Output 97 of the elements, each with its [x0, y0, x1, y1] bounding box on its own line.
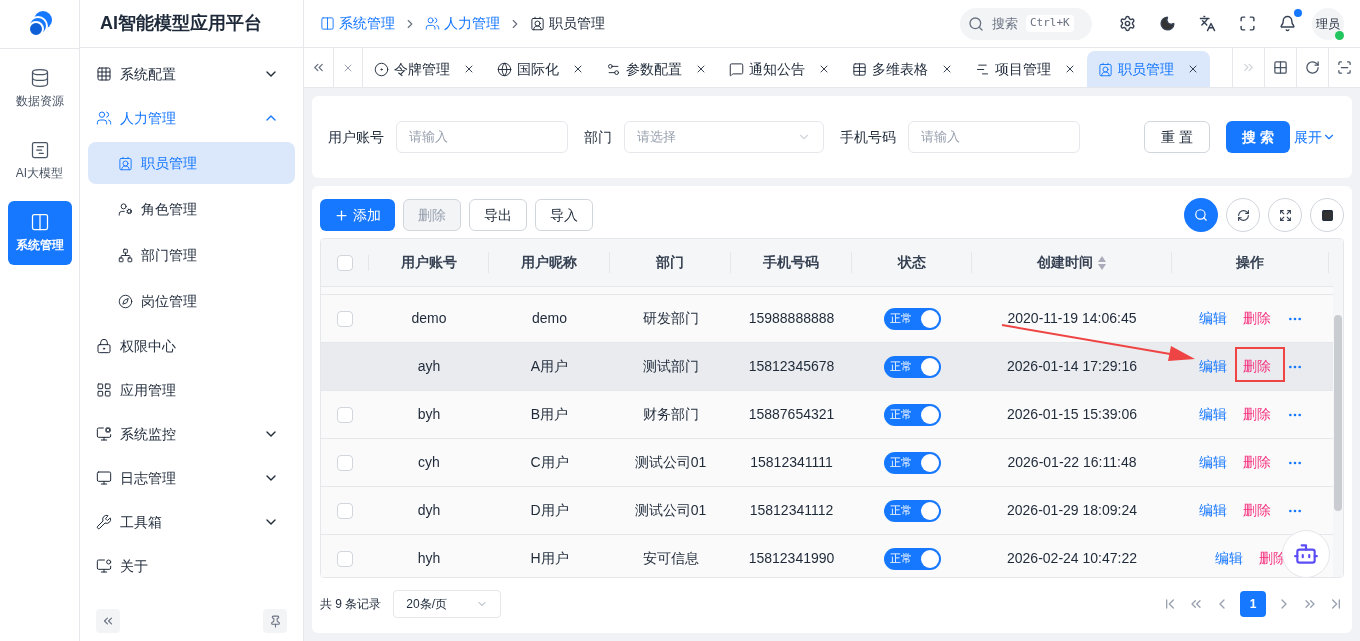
sidebar-subitem[interactable]: 岗位管理 — [88, 280, 295, 322]
table-cell-text: 15812345678 — [748, 357, 835, 376]
table-cell-text: D用户 — [530, 501, 569, 520]
table-cell-text: 15812341111 — [750, 453, 833, 472]
table-cell-text: 15812341112 — [749, 501, 834, 520]
table-cell-text: 2026-01-15 15:39:06 — [1007, 405, 1137, 424]
page-button[interactable]: 1 — [1240, 591, 1266, 617]
table-cell-text: 15812341990 — [748, 549, 835, 568]
column-header[interactable]: 部门 — [656, 252, 684, 273]
app-title: AI智能模型应用平台 — [100, 12, 262, 35]
user-avatar[interactable]: 理员 — [1312, 7, 1344, 40]
table-cell-text: 测试公司01 — [634, 501, 707, 520]
search-field[interactable]: 搜索 Ctrl+K — [960, 7, 1092, 40]
delete-link[interactable]: 删除 — [1242, 500, 1271, 521]
table-cell-text: demo — [532, 309, 567, 328]
column-header[interactable]: 操作 — [1236, 252, 1264, 273]
shortcut-hint: Ctrl+K — [1026, 15, 1074, 32]
sidebar-item[interactable]: 系统监控 — [88, 414, 295, 454]
tab[interactable]: 通知公告 — [718, 51, 841, 87]
tab[interactable]: 令牌管理 — [363, 51, 486, 87]
table-row[interactable]: ayh A用户 测试部门 15812345678 正常 2026-01-14 17:29:16 编辑 删除 — [321, 343, 1333, 391]
column-header[interactable]: 用户昵称 — [521, 252, 577, 273]
edit-link[interactable]: 编辑 — [1198, 404, 1227, 425]
column-header[interactable]: 手机号码 — [763, 252, 819, 273]
status-switch[interactable]: 正常 — [883, 307, 941, 330]
sidebar-item[interactable]: 人力管理 — [88, 98, 295, 138]
table-cell-text: cyh — [418, 453, 440, 472]
sidebar-subitem[interactable]: 角色管理 — [88, 188, 295, 230]
table-cell-text: 2026-01-14 17:29:16 — [1007, 357, 1137, 376]
tab[interactable]: 多维表格 — [841, 51, 964, 87]
tab[interactable]: 参数配置 — [595, 51, 718, 87]
table-row[interactable]: cyh C用户 测试公司01 15812341111 正常 2026-01-22 16:11:48 编辑 删除 — [321, 439, 1333, 487]
rail-item[interactable]: 数据资源 — [7, 57, 72, 121]
table-cell-text: 2020-11-19 14:06:45 — [1007, 309, 1137, 328]
status-switch[interactable]: 正常 — [883, 499, 941, 522]
table-cell-text: ayh — [417, 357, 441, 376]
total-count: 共 9 条记录 — [320, 596, 382, 613]
toolbar-button[interactable]: 添加 — [320, 199, 395, 231]
breadcrumb-link[interactable]: 系统管理 — [320, 13, 395, 34]
table-cell-text: 测试公司01 — [634, 453, 707, 472]
status-switch[interactable]: 正常 — [883, 451, 941, 474]
sidebar-item[interactable]: 系统配置 — [88, 54, 295, 94]
table-cell-text: C用户 — [530, 453, 569, 472]
table-row[interactable]: byh B用户 财务部门 15887654321 正常 2026-01-15 15:39:06 编辑 删除 — [321, 391, 1333, 439]
expand-link[interactable]: 展开 — [1294, 126, 1336, 148]
delete-link[interactable]: 删除 — [1242, 452, 1271, 473]
table-cell-text: 2026-02-24 10:47:22 — [1007, 549, 1137, 568]
edit-link[interactable]: 编辑 — [1198, 452, 1227, 473]
sidebar-subitem[interactable]: 部门管理 — [88, 234, 295, 276]
rail-item[interactable]: AI大模型 — [7, 129, 72, 193]
filter-label: 部门 — [584, 127, 612, 147]
sidebar-item[interactable]: 权限中心 — [88, 326, 295, 366]
reset-button[interactable]: 重 置 — [1144, 121, 1211, 153]
toolbar-button[interactable]: 导出 — [469, 199, 527, 231]
toolbar-button[interactable]: 导入 — [535, 199, 593, 231]
table-cell-text: 15887654321 — [748, 405, 835, 424]
filter-label: 用户账号 — [328, 127, 384, 147]
table-cell-text: dyh — [417, 501, 441, 520]
sidebar-item[interactable]: 日志管理 — [88, 458, 295, 498]
table-cell-text: 2026-01-29 18:09:24 — [1007, 501, 1137, 520]
sidebar-item[interactable]: 工具箱 — [88, 502, 295, 542]
table-row[interactable]: dyh D用户 测试公司01 15812341112 正常 2026-01-29 18:09:24 编辑 删除 — [321, 487, 1333, 535]
table-row[interactable]: demo demo 研发部门 15988888888 正常 2020-11-19 14:06:45 编辑 删除 — [321, 295, 1333, 343]
table-cell-text: A用户 — [530, 357, 569, 376]
status-switch[interactable]: 正常 — [883, 547, 941, 570]
tab[interactable]: 项目管理 — [964, 51, 1087, 87]
table-cell-text: 研发部门 — [642, 309, 699, 328]
delete-link[interactable]: 删除 — [1242, 308, 1271, 329]
column-header[interactable]: 创建时间 — [1036, 252, 1107, 273]
table-cell-text: 安可信息 — [642, 549, 699, 568]
sidebar-item[interactable]: 应用管理 — [88, 370, 295, 410]
delete-link[interactable]: 删除 — [1242, 404, 1271, 425]
table-cell-text: 财务部门 — [642, 405, 699, 424]
table-cell-text: 测试部门 — [642, 357, 699, 376]
table-cell-text: B用户 — [530, 405, 569, 424]
table-cell-text: 15988888888 — [748, 309, 835, 328]
breadcrumb-link[interactable]: 人力管理 — [425, 13, 500, 34]
sidebar-item[interactable]: 关于 — [88, 546, 295, 586]
table-cell-text: H用户 — [530, 549, 569, 568]
status-switch[interactable]: 正常 — [883, 355, 941, 378]
column-header[interactable]: 用户账号 — [400, 252, 457, 273]
table-cell-text: demo — [411, 309, 447, 328]
edit-link[interactable]: 编辑 — [1198, 356, 1227, 377]
rail-item[interactable]: 系统管理 — [7, 201, 72, 265]
table-cell-text: hyh — [417, 549, 441, 568]
status-switch[interactable]: 正常 — [883, 403, 941, 426]
breadcrumb-link[interactable]: 职员管理 — [530, 13, 605, 34]
search-button[interactable]: 搜 索 — [1226, 121, 1290, 153]
table-cell-text: 2026-01-22 16:11:48 — [1007, 453, 1137, 472]
column-header[interactable]: 状态 — [897, 252, 926, 273]
table-cell-text: byh — [417, 405, 441, 424]
edit-link[interactable]: 编辑 — [1214, 548, 1243, 569]
edit-link[interactable]: 编辑 — [1198, 500, 1227, 521]
edit-link[interactable]: 编辑 — [1198, 308, 1227, 329]
tab[interactable]: 国际化 — [486, 51, 595, 87]
filter-label: 手机号码 — [840, 127, 896, 147]
page-size-select[interactable]: 20条/页 — [393, 590, 502, 618]
